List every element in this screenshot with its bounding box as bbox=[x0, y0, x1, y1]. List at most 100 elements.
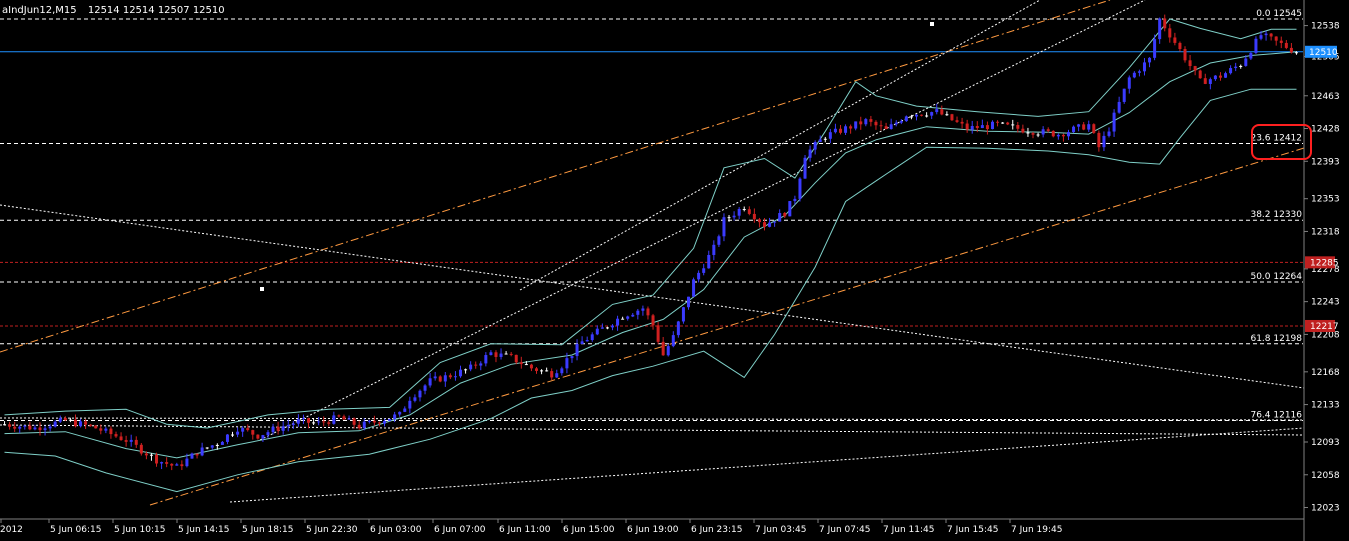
candle-body bbox=[930, 112, 934, 116]
candle-body bbox=[626, 316, 630, 319]
y-tick-label: 12133 bbox=[1311, 401, 1340, 411]
candle-body bbox=[504, 353, 508, 355]
candle-body bbox=[920, 114, 924, 116]
candle-body bbox=[727, 217, 731, 219]
candle-body bbox=[945, 114, 949, 116]
candle-body bbox=[524, 364, 528, 366]
candle-body bbox=[195, 453, 199, 456]
candle-body bbox=[1284, 42, 1288, 48]
y-tick-label: 12168 bbox=[1311, 368, 1340, 378]
candle-body bbox=[327, 422, 331, 424]
candle-body bbox=[94, 425, 98, 429]
candle-body bbox=[641, 308, 645, 311]
candle-body bbox=[1203, 78, 1207, 84]
x-tick-label: 2012 bbox=[0, 525, 23, 535]
candle-body bbox=[1274, 36, 1278, 41]
candle-body bbox=[58, 418, 62, 422]
candle-body bbox=[778, 213, 782, 222]
svg-text:aIndJun12,M15 12514 12514: aIndJun12,M15 12514 12514 12507 12510 bbox=[2, 5, 225, 16]
price-chart[interactable]: 0.0 12545 23.6 12412 38.2 12330 50.0 12264 6… bbox=[0, 0, 1349, 541]
candle-body bbox=[296, 419, 300, 424]
candle-body bbox=[833, 128, 837, 133]
candle-body bbox=[884, 126, 888, 129]
candle-body bbox=[844, 126, 848, 133]
candle-body bbox=[160, 462, 164, 464]
candle-body bbox=[124, 440, 128, 442]
candle-body bbox=[1137, 71, 1141, 73]
candle-body bbox=[808, 149, 812, 158]
x-tick-label: 6 Jun 23:15 bbox=[691, 525, 742, 535]
candle-body bbox=[1077, 124, 1081, 127]
candle-body bbox=[129, 439, 133, 442]
candle-body bbox=[180, 464, 184, 467]
candle-body bbox=[656, 325, 660, 342]
candle-body bbox=[838, 128, 842, 133]
candle-body bbox=[1122, 88, 1126, 102]
symbol-title: aIndJun12,M15 bbox=[2, 5, 77, 16]
candle-body bbox=[428, 378, 432, 386]
y-tick-label: 12058 bbox=[1311, 471, 1340, 481]
candle-body bbox=[398, 411, 402, 415]
candle-body bbox=[1082, 124, 1086, 130]
candle-body bbox=[1127, 77, 1131, 89]
candle-body bbox=[433, 376, 437, 379]
candle-body bbox=[1173, 37, 1177, 43]
y-tick-label: 12318 bbox=[1311, 227, 1340, 237]
candle-body bbox=[985, 125, 989, 130]
candle-body bbox=[676, 321, 680, 336]
candle-body bbox=[210, 445, 214, 448]
x-tick-label: 6 Jun 19:00 bbox=[627, 525, 679, 535]
candle-body bbox=[925, 115, 929, 117]
candle-body bbox=[990, 121, 994, 130]
candle-body bbox=[737, 209, 741, 216]
candle-body bbox=[960, 121, 964, 124]
candle-body bbox=[757, 219, 761, 223]
candle-body bbox=[585, 340, 589, 342]
candle-body bbox=[1021, 128, 1025, 133]
candle-body bbox=[894, 122, 898, 125]
candle-body bbox=[1158, 18, 1162, 40]
candle-body bbox=[1016, 125, 1020, 129]
candle-body bbox=[443, 375, 447, 382]
candle-body bbox=[1056, 134, 1060, 137]
candle-body bbox=[651, 315, 655, 326]
candle-body bbox=[940, 109, 944, 115]
candle-body bbox=[717, 236, 721, 245]
candle-body bbox=[362, 421, 366, 429]
x-tick-label: 6 Jun 07:00 bbox=[434, 525, 486, 535]
candle-body bbox=[540, 370, 544, 372]
candle-body bbox=[605, 327, 609, 329]
candle-body bbox=[722, 217, 726, 237]
candle-body bbox=[322, 421, 326, 423]
x-tick-label: 7 Jun 19:45 bbox=[1011, 525, 1062, 535]
candle-body bbox=[170, 463, 174, 466]
candle-body bbox=[823, 138, 827, 140]
candle-body bbox=[509, 353, 513, 355]
candle-body bbox=[104, 428, 108, 431]
candle-body bbox=[899, 121, 903, 123]
candle-body bbox=[712, 244, 716, 255]
candle-body bbox=[119, 436, 123, 441]
candle-body bbox=[459, 369, 463, 377]
candle-body bbox=[681, 307, 685, 322]
candle-body bbox=[68, 419, 72, 421]
candle-body bbox=[813, 142, 817, 150]
red-level-label: 12217 bbox=[1310, 322, 1339, 332]
candle-body bbox=[403, 408, 407, 412]
candle-body bbox=[479, 363, 483, 366]
candle-body bbox=[286, 425, 290, 427]
candle-body bbox=[762, 222, 766, 227]
candle-body bbox=[935, 109, 939, 113]
candle-body bbox=[550, 371, 554, 378]
x-tick-label: 7 Jun 03:45 bbox=[755, 525, 806, 535]
candle-body bbox=[1092, 124, 1096, 133]
candle-body bbox=[474, 364, 478, 366]
anchor-marker bbox=[930, 22, 934, 26]
candle-body bbox=[215, 444, 219, 446]
candle-body bbox=[1066, 132, 1070, 137]
candle-body bbox=[1001, 122, 1005, 124]
candle-body bbox=[393, 414, 397, 419]
candle-body bbox=[1213, 75, 1217, 80]
candle-body bbox=[793, 198, 797, 202]
candle-body bbox=[950, 114, 954, 121]
